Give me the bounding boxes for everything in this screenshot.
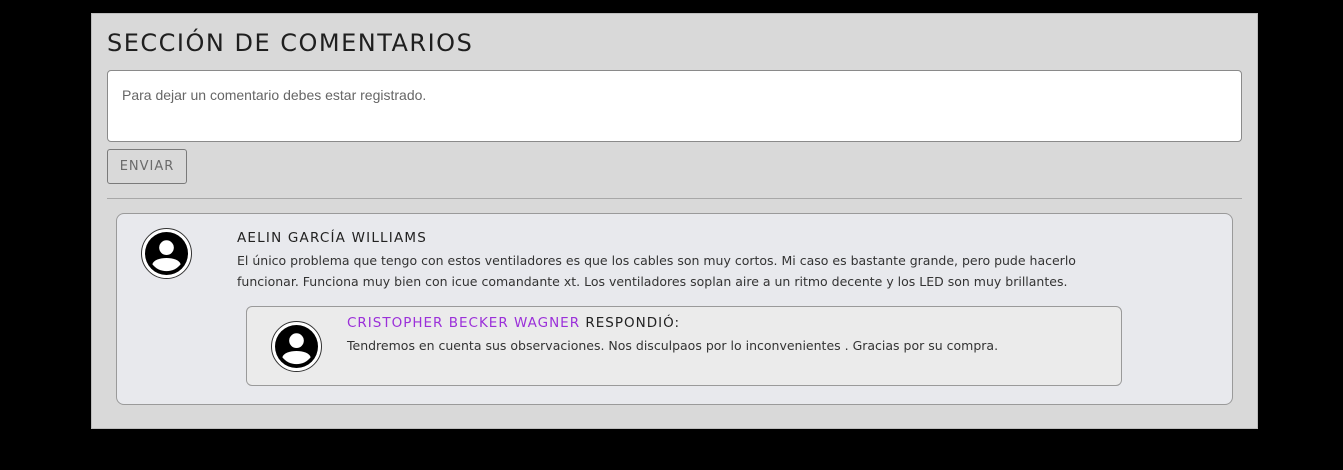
reply-verb: RESPONDIÓ: bbox=[580, 315, 681, 331]
comment-text: El único problema que tengo con estos ve… bbox=[237, 253, 1076, 289]
avatar bbox=[141, 228, 192, 279]
reply-card: CRISTOPHER BECKER WAGNER RESPONDIÓ: Tend… bbox=[246, 306, 1122, 386]
send-button[interactable]: ENVIAR bbox=[107, 149, 187, 184]
divider bbox=[107, 198, 1242, 199]
user-circle-icon bbox=[275, 325, 318, 368]
section-title: SECCIÓN DE COMENTARIOS bbox=[107, 29, 474, 57]
comments-section: SECCIÓN DE COMENTARIOS ENVIAR AELIN GARC… bbox=[91, 13, 1258, 429]
comment-card: AELIN GARCÍA WILLIAMS El único problema … bbox=[116, 213, 1233, 405]
reply-header: CRISTOPHER BECKER WAGNER RESPONDIÓ: bbox=[347, 315, 680, 331]
comment-input[interactable] bbox=[107, 70, 1242, 142]
avatar bbox=[271, 321, 322, 372]
reply-text: Tendremos en cuenta sus observaciones. N… bbox=[347, 338, 999, 353]
user-circle-icon bbox=[145, 232, 188, 275]
reply-author: CRISTOPHER BECKER WAGNER bbox=[347, 315, 581, 331]
comment-author: AELIN GARCÍA WILLIAMS bbox=[237, 230, 428, 246]
